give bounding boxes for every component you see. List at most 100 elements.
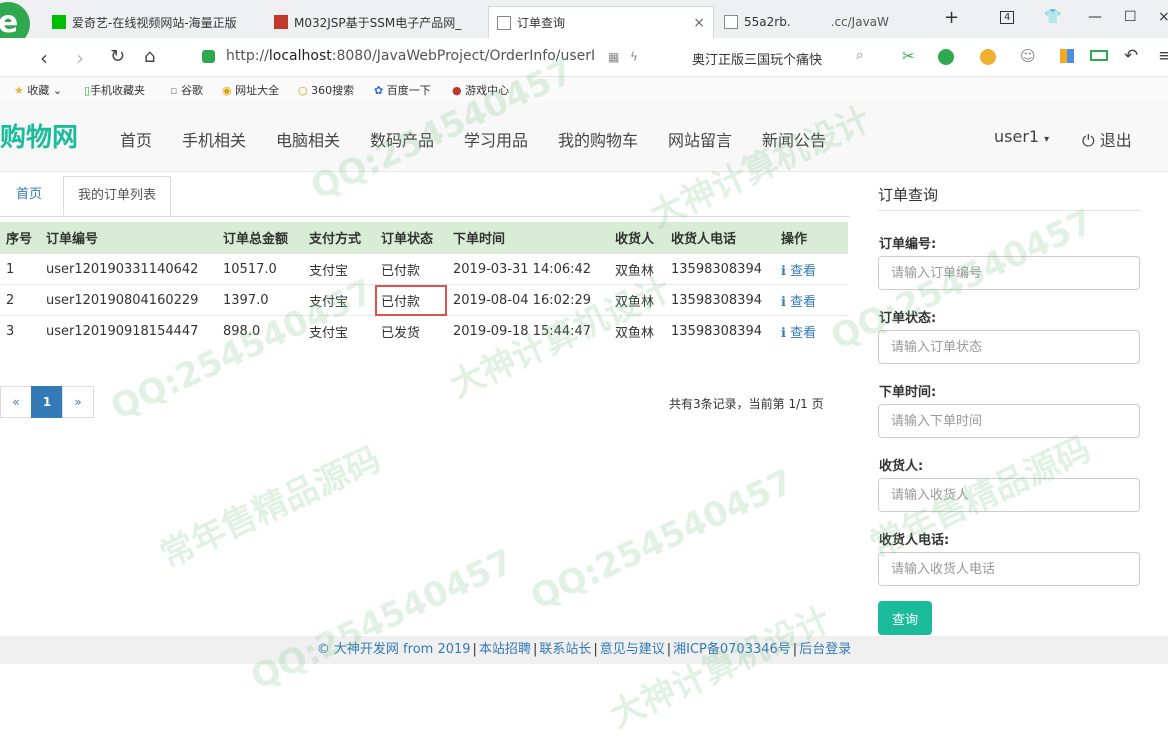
back-icon[interactable]: ‹ [40,46,48,70]
bookmark-label: 游戏中心 [465,84,510,97]
bookmark-item[interactable]: ● 游戏中心 [452,82,509,98]
pagination: « 1 » [0,386,94,418]
tab-label: 订单查询 [517,16,566,30]
info-icon: ℹ [781,325,786,341]
coin-icon[interactable] [980,49,996,65]
browser-tab-active[interactable]: 订单查询 × [488,6,714,38]
cell-total: 898.0 [217,315,303,346]
table-row: 3 user120190918154447 898.0 支付宝 已发货 2019… [0,315,848,346]
url-path: :8080/JavaWebProject/OrderInfo/userI [331,48,596,64]
cell-total: 1397.0 [217,284,303,316]
receiver-phone-input[interactable] [878,552,1140,586]
user-name: user1 [994,127,1040,146]
menu-icon[interactable]: ≡ [1158,46,1168,66]
bookmark-item[interactable]: ◉ 网址大全 [222,82,279,98]
cell-phone: 13598308394 [665,253,775,285]
cell-receiver: 双鱼林 [609,253,665,285]
view-link[interactable]: ℹ 查看 [775,284,848,316]
apps-icon[interactable] [1060,49,1074,63]
maximize-icon[interactable]: ☐ [1124,9,1137,25]
search-icon[interactable]: ⌕ [856,48,863,63]
view-link[interactable]: ℹ 查看 [775,315,848,346]
browser-tab-bar: e 爱奇艺-在线视频网站-海量正版 M032JSP基于SSM电子产品网_ 订单查… [0,0,1168,46]
new-tab-button[interactable]: + [944,7,959,28]
view-label: 查看 [790,325,817,341]
nav-link-messages[interactable]: 网站留言 [668,127,732,151]
logout-link[interactable]: ⏻ 退出 [1082,127,1132,151]
address-bar: ‹ › ↻ ⌂ http://localhost:8080/JavaWebPro… [0,38,1168,77]
footer-link-contact[interactable]: 联系站长 [539,642,591,657]
scissors-icon[interactable]: ✂ [902,47,915,65]
qr-icon[interactable]: ▦ [608,50,619,64]
bookmark-item[interactable]: ▫ 谷歌 [170,82,203,98]
receiver-input[interactable] [878,478,1140,512]
user-menu[interactable]: user1 ▾ [994,127,1049,146]
bookmark-item[interactable]: ○ 360搜索 [298,82,354,98]
breadcrumb-home[interactable]: 首页 [2,176,56,216]
browser-tab[interactable]: 55a2rb. .cc/JavaW [716,6,934,38]
bookmark-item[interactable]: ★ 收藏 ⌄ [14,82,62,98]
tab-label-extra: .cc/JavaW [830,15,889,29]
bookmark-item[interactable]: ✿ 百度一下 [374,82,431,98]
pager-prev-button[interactable]: « [0,386,32,418]
order-no-input[interactable] [878,256,1140,290]
nav-link-study[interactable]: 学习用品 [464,127,528,151]
order-time-input[interactable] [878,404,1140,438]
label-order-no: 订单编号: [879,237,937,252]
translate-icon[interactable] [938,49,954,65]
tab-close-icon[interactable]: × [693,15,705,31]
footer-link-jobs[interactable]: 本站招聘 [479,642,531,657]
bookmark-label: 谷歌 [180,84,203,97]
site-footer: © 大神开发网 from 2019 | 本站招聘 | 联系站长 | 意见与建议 | 湘ICP备0… [0,636,1168,664]
pager-page-1[interactable]: 1 [31,386,63,418]
cell-receiver: 双鱼林 [609,315,665,346]
cell-phone: 13598308394 [665,284,775,316]
cell-order-no: user120190918154447 [40,315,217,346]
close-window-icon[interactable]: × [1158,9,1168,25]
footer-link-icp[interactable]: 湘ICP备0703346号 [673,642,791,657]
refresh-icon[interactable]: ↻ [110,46,125,67]
lightning-icon[interactable]: ϟ [630,50,638,64]
battery-icon[interactable] [1090,50,1108,61]
query-button[interactable]: 查询 [878,601,932,635]
nav-link-news[interactable]: 新闻公告 [762,127,826,151]
breadcrumb-current[interactable]: 我的订单列表 [63,176,172,216]
footer-link-feedback[interactable]: 意见与建议 [600,642,665,657]
nav-link-cart[interactable]: 我的购物车 [558,127,638,151]
nav-link-phones[interactable]: 手机相关 [182,127,246,151]
table-row: 2 user120190804160229 1397.0 支付宝 已付款 201… [0,284,848,316]
browser-tab[interactable]: 爱奇艺-在线视频网站-海量正版 [44,6,264,38]
search-suggestion[interactable]: 奥汀正版三国玩个痛快 [692,49,822,68]
cell-time: 2019-03-31 14:06:42 [447,253,609,285]
site-brand[interactable]: 购物网 [0,117,78,154]
minimize-icon[interactable]: — [1088,9,1102,25]
query-divider [878,210,1140,211]
home-icon[interactable]: ⌂ [144,46,155,67]
tab-count-badge[interactable]: 4 [1000,11,1015,24]
forward-icon[interactable]: › [76,46,84,70]
shirt-icon[interactable]: 👕 [1044,9,1061,25]
cell-index: 3 [0,315,40,346]
col-payment: 支付方式 [303,222,375,254]
nav-link-digital[interactable]: 数码产品 [370,127,434,151]
browser-tab[interactable]: M032JSP基于SSM电子产品网_ [266,6,486,38]
orders-table: 序号 订单编号 订单总金额 支付方式 订单状态 下单时间 收货人 收货人电话 操… [0,222,848,346]
breadcrumb: 首页 我的订单列表 [0,176,850,217]
caret-down-icon: ▾ [1044,134,1050,145]
undo-icon[interactable]: ↶ [1124,46,1138,66]
url-field[interactable]: http://localhost:8080/JavaWebProject/Ord… [226,48,595,64]
nav-link-computers[interactable]: 电脑相关 [276,127,340,151]
bookmark-item[interactable]: ▯手机收藏夹 [84,82,145,98]
footer-copyright[interactable]: © 大神开发网 from 2019 [317,642,471,657]
secure-shield-icon [202,50,215,63]
footer-link-admin[interactable]: 后台登录 [799,642,851,657]
nav-link-home[interactable]: 首页 [120,127,152,151]
tab-label: 55a2rb. [744,15,791,29]
face-icon[interactable]: ☺ [1020,47,1036,65]
col-order-no: 订单编号 [40,222,217,254]
view-link[interactable]: ℹ 查看 [775,253,848,285]
view-label: 查看 [790,263,817,279]
pager-next-button[interactable]: » [62,386,94,418]
order-status-input[interactable] [878,330,1140,364]
cell-payment: 支付宝 [303,253,375,285]
